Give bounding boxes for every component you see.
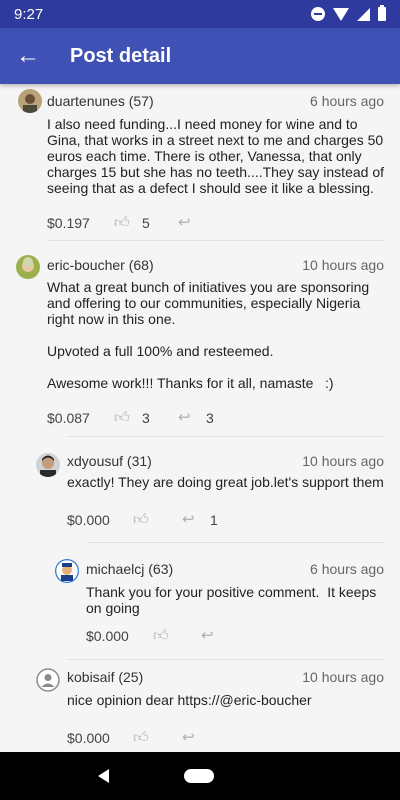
divider	[67, 659, 385, 660]
back-button[interactable]: ←	[0, 28, 56, 84]
status-icons	[311, 5, 386, 21]
do-not-disturb-icon	[311, 7, 325, 21]
nav-back-icon[interactable]	[97, 769, 109, 783]
comment: duartenunes (57) 6 hours ago I also need…	[0, 84, 400, 240]
battery-icon	[378, 5, 386, 21]
comment-payout: $0.197	[47, 215, 90, 231]
wifi-icon	[333, 7, 349, 21]
divider	[87, 542, 385, 543]
app-bar: ← Post detail	[0, 28, 400, 84]
avatar[interactable]	[36, 668, 60, 692]
reply-icon[interactable]: ↩	[178, 408, 191, 426]
comments-list[interactable]: duartenunes (57) 6 hours ago I also need…	[0, 84, 400, 752]
comment-reply-count: 1	[210, 512, 218, 528]
avatar[interactable]	[18, 89, 42, 113]
avatar[interactable]	[16, 255, 40, 279]
comment-author[interactable]: duartenunes (57)	[47, 93, 154, 109]
comment-payout: $0.000	[67, 730, 110, 746]
comment-payout: $0.000	[67, 512, 110, 528]
status-time: 9:27	[14, 5, 44, 23]
comment-author[interactable]: xdyousuf (31)	[67, 453, 152, 469]
comment-author[interactable]: kobisaif (25)	[67, 669, 143, 685]
comment-body: Thank you for your positive comment. It …	[86, 584, 381, 616]
status-bar: 9:27	[0, 0, 400, 28]
reply-icon[interactable]: ↩	[182, 510, 195, 528]
comment-time: 10 hours ago	[302, 257, 384, 273]
thumbs-up-icon[interactable]: 👍︎	[133, 729, 149, 747]
comment-vote-count: 5	[142, 215, 150, 231]
comment-body: exactly! They are doing great job.let's …	[67, 474, 384, 490]
comment-time: 10 hours ago	[302, 669, 384, 685]
comment-vote-count: 3	[142, 410, 150, 426]
comment: eric-boucher (68) 10 hours ago What a gr…	[0, 252, 400, 426]
thumbs-up-icon[interactable]: 👍︎	[153, 627, 169, 645]
comment-author[interactable]: michaelcj (63)	[86, 561, 173, 577]
comment-body: nice opinion dear https://@eric-boucher	[67, 692, 312, 708]
comment-payout: $0.087	[47, 410, 90, 426]
comment: xdyousuf (31) 10 hours ago exactly! They…	[0, 448, 400, 528]
thumbs-up-icon[interactable]: 👍︎	[114, 214, 130, 232]
avatar[interactable]	[36, 453, 60, 477]
comment-author[interactable]: eric-boucher (68)	[47, 257, 154, 273]
nav-home-icon[interactable]	[183, 769, 214, 783]
comment-body: What a great bunch of initiatives you ar…	[47, 279, 370, 391]
page-title: Post detail	[70, 44, 172, 67]
thumbs-up-icon[interactable]: 👍︎	[114, 409, 130, 427]
reply-icon[interactable]: ↩	[182, 728, 195, 746]
comment: kobisaif (25) 10 hours ago nice opinion …	[0, 664, 400, 752]
comment-time: 10 hours ago	[302, 453, 384, 469]
thumbs-up-icon[interactable]: 👍︎	[133, 511, 149, 529]
comment-time: 6 hours ago	[310, 561, 384, 577]
comment-time: 6 hours ago	[310, 93, 384, 109]
arrow-back-icon: ←	[16, 42, 40, 69]
comment: michaelcj (63) 6 hours ago Thank you for…	[0, 552, 400, 645]
comment-body: I also need funding...I need money for w…	[47, 116, 388, 196]
nav-recents-icon[interactable]	[289, 769, 303, 783]
reply-icon[interactable]: ↩	[178, 213, 191, 231]
divider	[47, 240, 385, 241]
system-nav-bar	[0, 752, 400, 800]
cell-signal-icon	[357, 7, 370, 21]
avatar[interactable]	[55, 559, 79, 583]
divider	[67, 436, 385, 437]
comment-reply-count: 3	[206, 410, 214, 426]
reply-icon[interactable]: ↩	[201, 626, 214, 644]
comment-payout: $0.000	[86, 628, 129, 644]
